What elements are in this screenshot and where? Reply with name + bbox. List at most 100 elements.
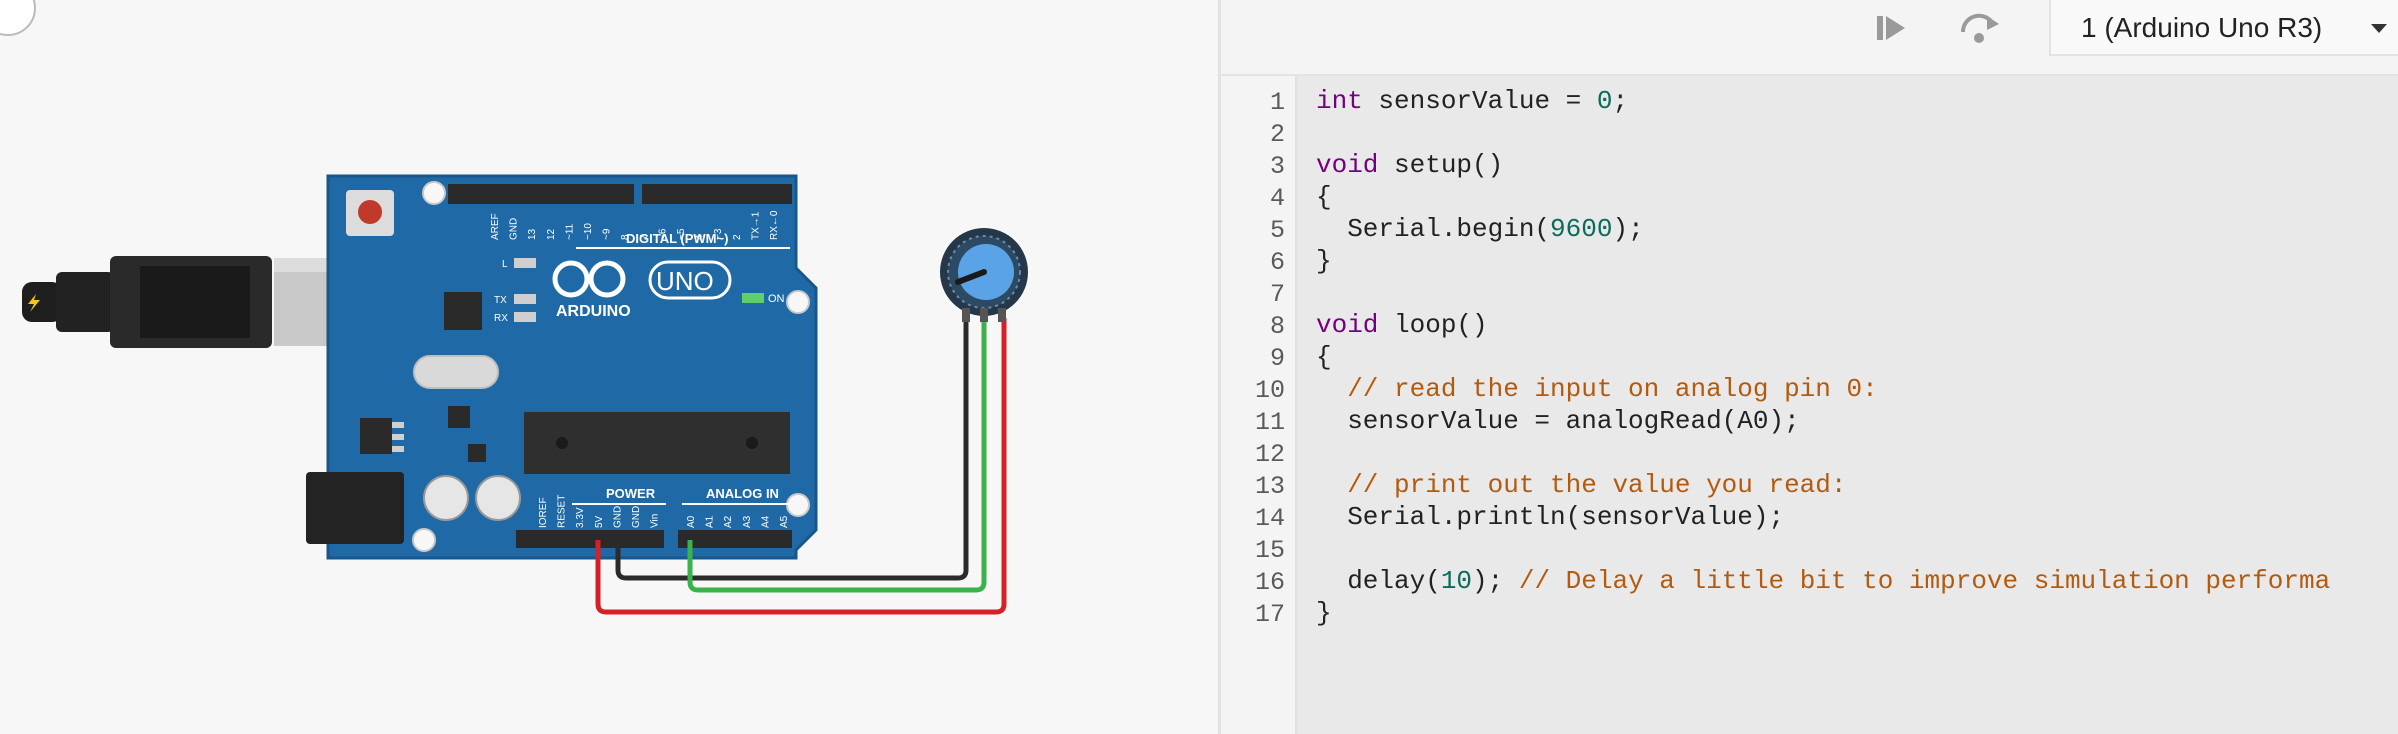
code-line[interactable]: Serial.begin(9600); (1316, 214, 1644, 244)
pin-label: A2 (723, 515, 734, 528)
pin-label: 8 (620, 234, 631, 240)
line-number: 13 (1254, 472, 1285, 501)
code-token: } (1316, 246, 1332, 276)
code-line[interactable]: sensorValue = analogRead(A0); (1316, 406, 1800, 436)
l-led-label: L (502, 259, 508, 270)
code-token: { (1316, 342, 1332, 372)
pin-label: ~3 (713, 228, 724, 240)
code-line[interactable]: // print out the value you read: (1316, 470, 1846, 500)
code-token: void (1316, 150, 1379, 180)
line-number: 6 (1269, 248, 1285, 277)
circuit-drawing: ARDUINO UNO ON DIGITAL (PWM~) POWER ANAL… (22, 174, 1028, 615)
pin-label: 12 (546, 228, 557, 240)
pin-label: 2 (732, 234, 743, 240)
line-number: 15 (1254, 536, 1285, 565)
code-line[interactable]: { (1316, 182, 1332, 212)
pin-label: RESET (557, 495, 568, 528)
code-line[interactable]: void loop() (1316, 310, 1488, 340)
board-model-label: UNO (656, 266, 714, 296)
pin-label: 3.3V (575, 507, 586, 528)
board-brand-label: ARDUINO (556, 303, 631, 320)
pin-label: TX→1 (750, 211, 761, 240)
pin-label: GND (509, 218, 520, 240)
code-token: Serial.begin( (1316, 214, 1551, 244)
code-line[interactable]: } (1316, 246, 1332, 276)
line-number-gutter: 1 2 3 4 5 6 7 8 9 10 11 12 13 14 15 16 17 (1221, 76, 1297, 734)
pin-label: A5 (779, 515, 790, 528)
on-led-label: ON (768, 293, 785, 305)
pin-label: 5V (594, 515, 605, 528)
code-token: void (1316, 310, 1379, 340)
step-over-button[interactable] (1955, 6, 2003, 54)
pin-label: IOREF (538, 497, 549, 528)
pin-label: RX←0 (769, 210, 780, 240)
pin-label: GND (631, 506, 642, 528)
code-token: ); (1612, 214, 1644, 244)
code-token: sensorValue = (1362, 86, 1597, 116)
pin-label: A1 (705, 515, 716, 528)
code-line[interactable]: { (1316, 342, 1332, 372)
step-button[interactable] (1867, 6, 1915, 54)
line-number: 8 (1269, 312, 1285, 341)
code-token: 10 (1440, 566, 1473, 596)
tx-led-label: TX (494, 295, 507, 306)
pin-label: ~11 (564, 223, 575, 240)
pin-label: A3 (742, 515, 753, 528)
pin-label: ~10 (583, 223, 594, 240)
step-over-icon (1955, 8, 2003, 53)
line-number: 7 (1269, 280, 1285, 309)
pin-label: 4 (695, 234, 706, 240)
pin-label: AREF (490, 213, 501, 240)
rx-led-label: RX (494, 313, 508, 324)
code-token: ); (1472, 566, 1519, 596)
line-number: 9 (1269, 344, 1285, 373)
code-toolbar: 1 (Arduino Uno R3) (1221, 0, 2398, 76)
line-number: 4 (1269, 184, 1285, 213)
line-number: 3 (1269, 152, 1285, 181)
code-line[interactable]: Serial.println(sensorValue); (1316, 502, 1784, 532)
pin-label: ~5 (676, 228, 687, 240)
pin-label: GND (612, 506, 623, 528)
pin-label: A4 (760, 515, 771, 528)
code-token: // Delay a little bit to improve simulat… (1518, 566, 2331, 596)
code-line[interactable]: void setup() (1316, 150, 1503, 180)
code-line[interactable]: // read the input on analog pin 0: (1316, 374, 1878, 404)
line-number: 14 (1254, 504, 1285, 533)
line-number: 11 (1254, 408, 1285, 437)
code-line[interactable]: delay(10); // Delay a little bit to impr… (1316, 566, 2330, 596)
code-token: 9600 (1550, 214, 1613, 244)
device-select[interactable]: 1 (Arduino Uno R3) (2049, 0, 2398, 56)
pin-label: 7 (639, 234, 650, 240)
pin-label: ~9 (602, 228, 613, 240)
code-token: int (1316, 86, 1363, 116)
step-forward-icon (1871, 8, 1911, 53)
code-token: setup() (1378, 150, 1504, 180)
line-number: 5 (1269, 216, 1285, 245)
pin-label: A0 (686, 515, 697, 528)
code-line[interactable]: int sensorValue = 0; (1316, 86, 1628, 116)
code-panel: 1 (Arduino Uno R3) 1 2 3 4 5 6 7 8 9 10 11 12 13 14 15… (1221, 0, 2398, 734)
circuit-canvas[interactable]: ARDUINO UNO ON DIGITAL (PWM~) POWER ANAL… (0, 0, 1218, 734)
line-number: 1 (1269, 88, 1285, 117)
power-header-label: POWER (606, 486, 656, 501)
code-editor[interactable]: int sensorValue = 0; void setup(){ Serial… (1297, 76, 2398, 734)
pin-label: 13 (527, 228, 538, 240)
code-token: loop() (1378, 310, 1488, 340)
code-token: ; (1612, 86, 1629, 116)
code-token: 0 (1596, 86, 1613, 116)
code-token: sensorValue = analogRead(A0); (1316, 406, 1800, 436)
code-token: Serial.println(sensorValue); (1316, 502, 1785, 532)
pin-label: Vin (650, 514, 661, 528)
chevron-down-icon (2371, 24, 2387, 33)
analog-header-label: ANALOG IN (706, 486, 779, 501)
line-number: 17 (1254, 600, 1285, 629)
potentiometer[interactable] (940, 228, 1028, 322)
code-token: { (1316, 182, 1332, 212)
code-token: } (1316, 598, 1332, 628)
code-token: // read the input on analog pin 0: (1316, 374, 1878, 404)
line-number: 10 (1254, 376, 1285, 405)
code-line[interactable]: } (1316, 598, 1332, 628)
line-number: 2 (1269, 120, 1285, 149)
line-number: 16 (1254, 568, 1285, 597)
device-select-value: 1 (Arduino Uno R3) (2081, 12, 2323, 43)
